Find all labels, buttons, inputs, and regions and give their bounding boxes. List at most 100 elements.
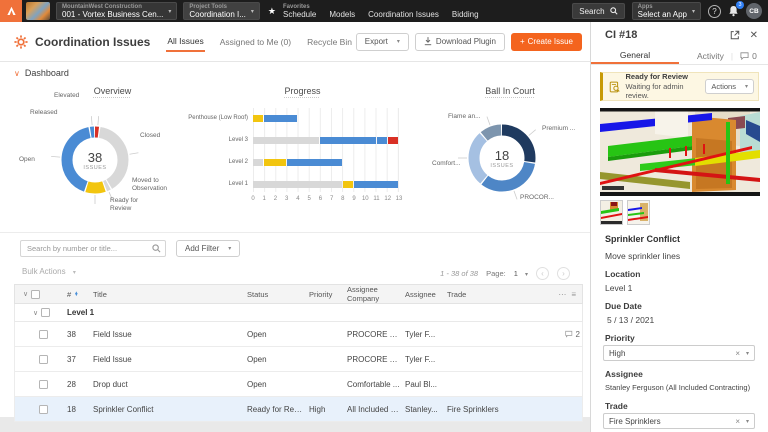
user-avatar[interactable]: CB [746,3,762,19]
prev-page-button[interactable]: ‹ [536,267,549,280]
group-checkbox[interactable] [41,308,51,317]
column-status[interactable]: Status [245,290,307,299]
panel-tabs: General Activity | 0 [591,48,768,65]
bar-segment-ready-for-review [253,115,264,122]
procore-logo[interactable] [0,0,22,22]
row-checkbox[interactable] [39,379,48,389]
slice-label: Comfort... [432,160,461,167]
open-in-new-icon[interactable] [730,30,740,40]
notifications-button[interactable]: 3 [728,1,744,17]
column-assignee-company[interactable]: Assignee Company [345,285,403,303]
bar-row [253,159,398,166]
row-checkbox[interactable] [39,354,48,364]
tool-header: Coordination Issues All Issues Assigned t… [0,22,590,62]
assignee-value: Stanley Ferguson (All Included Contracti… [605,383,751,392]
x-tick-label: 0 [251,196,255,202]
download-plugin-label: Download Plugin [435,37,496,46]
clear-icon[interactable]: × [735,349,740,358]
actions-button[interactable]: Actions ▾ [705,79,754,94]
more-columns-icon[interactable]: ⋯ [558,290,566,299]
table-row-issue-38[interactable]: 38 Field Issue Open PROCORE Te... Tyler F...… [14,322,583,347]
favorites-items: Schedule Models Coordination Issues Bidding [283,10,479,19]
trade-select[interactable]: Fire Sprinklers × ▾ [603,413,755,429]
create-issue-button[interactable]: + Create Issue [510,32,582,51]
x-tick-label: 11 [373,196,380,202]
row-checkbox[interactable] [39,329,48,339]
next-page-button[interactable]: › [557,267,570,280]
column-trade[interactable]: Trade [445,290,513,299]
apps-selector[interactable]: Apps Select an App ▾ [631,2,701,20]
progress-plot-area [253,108,399,192]
dashboard-label: Dashboard [24,68,69,78]
comments-counter[interactable]: 0 [740,51,757,61]
nav-item-coordination-issues[interactable]: Coordination Issues [368,10,439,19]
cell-number: 28 [67,379,76,389]
group-chevron-icon[interactable]: ∨ [33,309,38,317]
bar-category-label: Level 1 [228,181,248,187]
nav-item-models[interactable]: Models [329,10,355,19]
table-group-row[interactable]: ∨ Level 1 [14,304,583,322]
comment-bubble-icon [565,330,573,338]
x-tick-label: 13 [395,196,403,202]
bim-viewer-image[interactable] [600,108,760,196]
global-search-button[interactable]: Search [572,3,625,19]
help-icon[interactable]: ? [708,4,721,18]
table-settings-icon[interactable]: ≡ [571,290,576,299]
search-input[interactable] [20,240,166,257]
expand-all-chevron-icon[interactable]: ∨ [23,290,28,298]
tab-assigned-to-me-0-[interactable]: Assigned to Me (0) [219,33,292,51]
tab-activity[interactable]: Activity [697,48,724,64]
panel-header: CI #18 ✕ [591,22,768,48]
column-title[interactable]: Title [91,290,245,299]
project-tools-selector[interactable]: Project Tools Coordination I... ▾ [183,2,260,20]
column-priority[interactable]: Priority [307,290,345,299]
dashboard-toggle[interactable]: ∨ Dashboard [14,68,69,78]
bar-segment-closed [253,181,342,188]
table-row-issue-37[interactable]: 37 Field Issue Open PROCORE Te... Tyler F... [14,347,583,372]
tab-recycle-bin[interactable]: Recycle Bin [306,33,353,51]
clear-icon[interactable]: × [735,417,740,426]
create-issue-label: Create Issue [527,37,573,46]
column-assignee[interactable]: Assignee [403,290,445,299]
chevron-down-icon: ▾ [745,418,749,425]
nav-item-bidding[interactable]: Bidding [452,10,479,19]
group-label: Level 1 [67,308,95,317]
cell-status: Open [247,379,267,389]
close-icon[interactable]: ✕ [750,30,758,41]
select-all-checkbox[interactable] [31,289,41,299]
cell-comments[interactable]: 2 [513,330,582,339]
thumbnail-image [601,201,622,224]
snapshot-thumbnail[interactable] [627,200,650,225]
project-photo-thumbnail[interactable] [26,2,50,20]
tab-all-issues[interactable]: All Issues [166,32,205,52]
snapshot-thumbnail[interactable] [600,200,623,225]
download-plugin-button[interactable]: Download Plugin [414,32,505,51]
slice-label: PROCOR... [520,194,554,201]
slice-label: Closed [140,132,161,139]
chevron-down-icon: ▾ [691,8,695,15]
divider: | [730,51,734,61]
add-filter-label: Add Filter [185,244,220,253]
bulk-actions-button[interactable]: Bulk Actions ▾ [22,267,76,276]
page-select[interactable]: 1 ▾ [514,269,528,278]
export-button[interactable]: Export ▾ [355,32,409,51]
nav-item-schedule[interactable]: Schedule [283,10,316,19]
table-row-issue-18[interactable]: 18 Sprinkler Conflict Ready for Review High… [14,397,583,422]
banner-status-subtitle: Waiting for admin review. [625,81,684,101]
bar-segment-open [264,115,297,122]
chevron-down-icon: ▾ [228,246,232,252]
help-glyph: ? [712,6,717,16]
favorites-label: Favorites [282,3,310,10]
project-selector[interactable]: MountainWest Construction 001 - Vortex B… [56,2,178,20]
due-date-value[interactable]: 5 / 13 / 2021 [607,315,654,325]
sort-icons[interactable]: ▲ ▼ [74,290,78,297]
add-filter-button[interactable]: Add Filter ▾ [176,240,241,257]
priority-select[interactable]: High × ▾ [603,345,755,361]
column-number[interactable]: # [67,290,71,299]
slice-label: Elevated [54,92,80,99]
tab-general[interactable]: General [591,48,679,64]
row-checkbox[interactable] [39,404,48,414]
table-row-issue-28[interactable]: 28 Drop duct Open Comfortable ... Paul Bl... [14,372,583,397]
filter-toolbar: Add Filter ▾ [0,232,590,264]
favorites-star-icon[interactable]: ★ [268,6,276,17]
